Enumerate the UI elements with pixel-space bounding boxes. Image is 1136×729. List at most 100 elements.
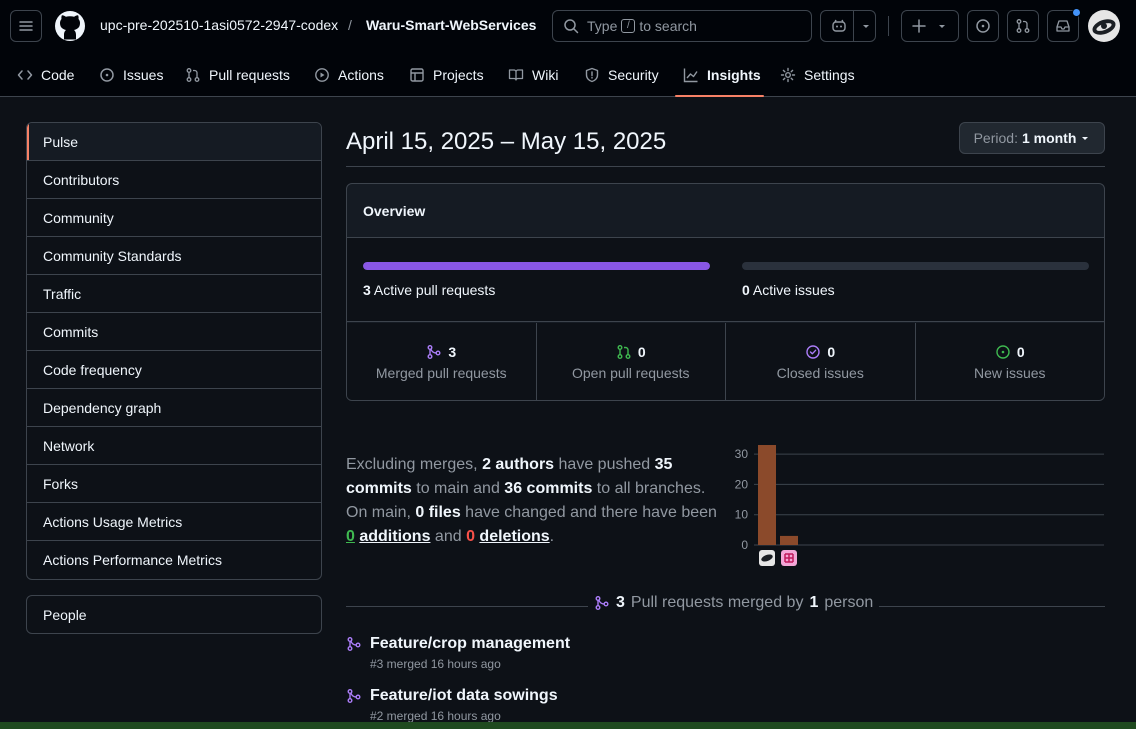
git-merge-icon: [347, 689, 361, 703]
authors-count: 2 authors: [482, 456, 555, 473]
active-issues-label[interactable]: 0 Active issues: [742, 282, 835, 298]
chart-tick-label: 10: [735, 508, 749, 522]
issues-shortcut-button[interactable]: [967, 10, 999, 42]
book-icon: [508, 69, 524, 81]
chart-tick-label: 0: [741, 538, 748, 552]
title-divider: [346, 166, 1105, 167]
breadcrumb-separator: /: [348, 17, 352, 33]
period-value: 1 month: [1021, 130, 1077, 146]
pr-meta: #2 merged 16 hours ago: [370, 709, 501, 723]
sidebar-item-pulse[interactable]: Pulse: [27, 123, 321, 161]
search-input[interactable]: Type / to search: [552, 10, 812, 42]
sidebar-item-code-frequency[interactable]: Code frequency: [27, 351, 321, 389]
issue-icon: [976, 19, 990, 33]
list-item: Feature/iot data sowings #2 merged 16 ho…: [346, 687, 558, 723]
deletions-link[interactable]: deletions: [479, 528, 549, 545]
overview-stats: 3 Merged pull requests 0 Open pull reque…: [347, 323, 1105, 400]
search-shortcut-key: /: [621, 19, 636, 33]
sidebar-item-actions-performance-metrics[interactable]: Actions Performance Metrics: [27, 541, 321, 579]
tab-security[interactable]: Security: [576, 54, 667, 96]
breadcrumb-owner[interactable]: upc-pre-202510-1asi0572-2947-codex: [100, 17, 338, 33]
shield-icon: [585, 67, 599, 83]
plus-icon: [912, 19, 926, 33]
pr-meta: #3 merged 16 hours ago: [370, 657, 501, 671]
period-label: Period:: [973, 130, 1018, 146]
github-logo-icon[interactable]: [54, 10, 86, 42]
create-new-button[interactable]: [901, 10, 959, 42]
chart-bar[interactable]: [758, 445, 776, 545]
search-placeholder-post: to search: [639, 18, 697, 34]
tab-pull-requests[interactable]: Pull requests: [177, 54, 298, 96]
git-merge-icon: [595, 596, 609, 610]
bottom-strip: [0, 722, 1136, 729]
sidebar-item-actions-usage-metrics[interactable]: Actions Usage Metrics: [27, 503, 321, 541]
commits-chart-svg: 0 10 20 30: [735, 445, 1104, 566]
chart-bar[interactable]: [780, 535, 798, 545]
chart-tick-label: 20: [735, 477, 749, 491]
additions-word[interactable]: additions: [359, 528, 430, 545]
sidebar-item-community[interactable]: Community: [27, 199, 321, 237]
hamburger-icon: [19, 21, 33, 31]
sidebar-item-traffic[interactable]: Traffic: [27, 275, 321, 313]
tab-actions[interactable]: Actions: [306, 54, 392, 96]
chevron-down-icon: [1082, 137, 1089, 140]
overview-activity: 3 Active pull requests 0 Active issues: [347, 238, 1104, 322]
tab-projects[interactable]: Projects: [401, 54, 492, 96]
gear-icon: [780, 67, 796, 83]
active-issues-bar[interactable]: [742, 262, 1089, 270]
sidebar-item-community-standards[interactable]: Community Standards: [27, 237, 321, 275]
git-pull-request-icon: [617, 345, 631, 359]
stat-new-issues[interactable]: 0 New issues: [916, 323, 1105, 400]
chevron-down-icon: [939, 25, 945, 28]
header-divider: [888, 16, 889, 36]
stat-merged-prs[interactable]: 3 Merged pull requests: [347, 323, 537, 400]
commit-summary: Excluding merges, 2 authors have pushed …: [346, 456, 717, 545]
pull-requests-shortcut-button[interactable]: [1007, 10, 1039, 42]
breadcrumb-repo[interactable]: Waru-Smart-WebServices: [366, 17, 536, 33]
files-changed: 0 files: [415, 504, 461, 521]
repo-tabs: Code Issues Pull requests Actions Projec…: [0, 54, 1136, 97]
inbox-icon: [1056, 20, 1070, 32]
active-prs-bar[interactable]: [363, 262, 710, 270]
hamburger-menu-button[interactable]: [10, 10, 42, 42]
search-placeholder-pre: Type: [587, 18, 618, 34]
tab-insights[interactable]: Insights: [675, 54, 764, 97]
tab-wiki[interactable]: Wiki: [500, 54, 566, 96]
prs-merged-heading: 3 Pull requests merged by 1 person: [588, 594, 880, 612]
sidebar-item-people[interactable]: People: [26, 595, 322, 634]
active-prs-label[interactable]: 3 Active pull requests: [363, 282, 495, 298]
sidebar-item-forks[interactable]: Forks: [27, 465, 321, 503]
sidebar-item-contributors[interactable]: Contributors: [27, 161, 321, 199]
search-icon: [564, 19, 579, 34]
stat-closed-issues[interactable]: 0 Closed issues: [726, 323, 916, 400]
period-select-button[interactable]: Period: 1 month: [959, 122, 1105, 154]
pr-title-link[interactable]: Feature/iot data sowings: [370, 687, 558, 705]
sidebar-item-commits[interactable]: Commits: [27, 313, 321, 351]
table-icon: [410, 68, 424, 82]
git-merge-icon: [427, 345, 441, 359]
sidebar-item-dependency-graph[interactable]: Dependency graph: [27, 389, 321, 427]
issue-icon: [100, 68, 114, 82]
notifications-button[interactable]: [1047, 8, 1081, 42]
deletions-count: 0: [466, 528, 475, 545]
copilot-button[interactable]: [820, 10, 876, 42]
play-icon: [315, 68, 329, 82]
tab-settings[interactable]: Settings: [772, 54, 863, 96]
commits-all-branches: 36 commits: [504, 480, 593, 497]
chevron-down-icon: [863, 25, 869, 28]
notification-dot: [1072, 8, 1081, 17]
stat-open-prs[interactable]: 0 Open pull requests: [537, 323, 726, 400]
sidebar-item-network[interactable]: Network: [27, 427, 321, 465]
issue-opened-icon: [996, 345, 1010, 359]
page-title: April 15, 2025 – May 15, 2025: [346, 128, 667, 155]
avatar[interactable]: [1088, 10, 1120, 42]
tab-issues[interactable]: Issues: [91, 54, 171, 96]
additions-link[interactable]: 0: [346, 528, 355, 545]
copilot-icon: [832, 19, 846, 32]
git-merge-icon: [347, 637, 361, 651]
app-header: upc-pre-202510-1asi0572-2947-codex / War…: [0, 0, 1136, 97]
pull-request-icon: [1016, 19, 1030, 33]
tab-code[interactable]: Code: [9, 54, 82, 96]
chart-tick-label: 30: [735, 447, 749, 461]
pr-title-link[interactable]: Feature/crop management: [370, 635, 570, 653]
